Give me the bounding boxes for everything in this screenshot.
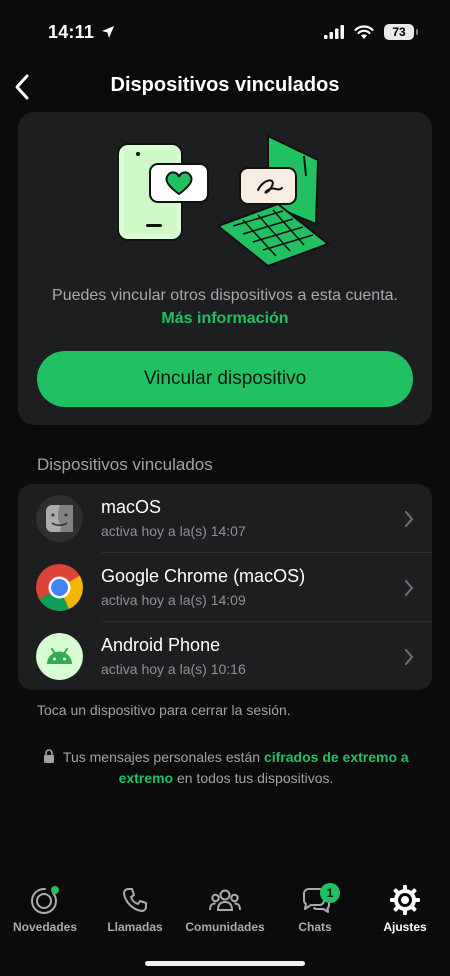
linked-devices-list: macOS activa hoy a la(s) 14:07 Google Ch… bbox=[18, 484, 432, 690]
tab-chats[interactable]: 1 Chats bbox=[270, 883, 360, 934]
phone-icon bbox=[123, 888, 147, 912]
section-title: Dispositivos vinculados bbox=[37, 455, 213, 474]
status-time: 14:11 bbox=[48, 22, 115, 43]
status-indicators: 73 bbox=[324, 24, 418, 40]
more-info-link[interactable]: Más información bbox=[161, 310, 288, 327]
device-last-active: activa hoy a la(s) 10:16 bbox=[101, 661, 246, 677]
link-device-card: Puedes vincular otros dispositivos a est… bbox=[18, 112, 432, 425]
device-name: Google Chrome (macOS) bbox=[101, 566, 306, 586]
wifi-icon bbox=[354, 24, 374, 39]
lock-icon bbox=[44, 749, 55, 763]
communities-icon bbox=[209, 889, 241, 911]
status-icon bbox=[31, 886, 59, 914]
unread-badge: 1 bbox=[320, 883, 340, 903]
tab-llamadas[interactable]: Llamadas bbox=[90, 884, 180, 934]
chevron-right-icon bbox=[405, 649, 414, 665]
tab-comunidades[interactable]: Comunidades bbox=[180, 884, 270, 934]
tab-novedades[interactable]: Novedades bbox=[0, 884, 90, 934]
settings-icon bbox=[390, 885, 420, 915]
chevron-right-icon bbox=[405, 580, 414, 596]
link-device-button[interactable]: Vincular dispositivo bbox=[37, 351, 413, 407]
android-icon bbox=[36, 633, 83, 680]
device-last-active: activa hoy a la(s) 14:09 bbox=[101, 592, 246, 608]
device-row-chrome[interactable]: Google Chrome (macOS) activa hoy a la(s)… bbox=[18, 553, 432, 622]
finder-icon bbox=[36, 495, 83, 542]
device-name: macOS bbox=[101, 497, 162, 517]
device-row-android[interactable]: Android Phone activa hoy a la(s) 10:16 bbox=[18, 622, 432, 691]
home-indicator bbox=[145, 961, 305, 966]
page-title: Dispositivos vinculados bbox=[110, 74, 340, 96]
device-last-active: activa hoy a la(s) 14:07 bbox=[101, 523, 246, 539]
device-name: Android Phone bbox=[101, 635, 221, 655]
encryption-notice: Tus mensajes personales están cifrados d… bbox=[36, 747, 416, 789]
linked-devices-illustration bbox=[118, 134, 331, 268]
location-arrow-icon bbox=[102, 26, 115, 38]
signal-icon bbox=[324, 25, 344, 39]
chrome-icon bbox=[36, 564, 83, 611]
logout-hint: Toca un dispositivo para cerrar la sesió… bbox=[37, 702, 291, 718]
device-row-macos[interactable]: macOS activa hoy a la(s) 14:07 bbox=[18, 484, 432, 553]
chevron-right-icon bbox=[405, 511, 414, 527]
tab-ajustes[interactable]: Ajustes bbox=[360, 884, 450, 934]
battery-indicator: 73 bbox=[384, 24, 418, 40]
link-device-description: Puedes vincular otros dispositivos a est… bbox=[52, 287, 398, 327]
